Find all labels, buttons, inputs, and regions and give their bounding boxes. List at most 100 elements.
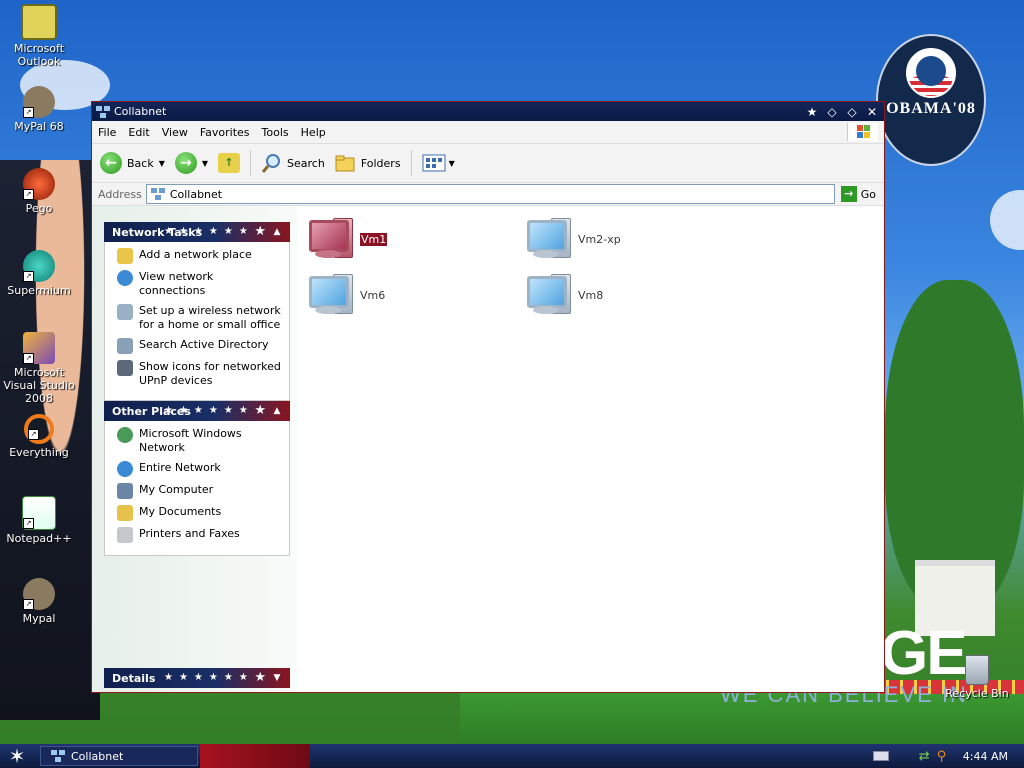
other-places-title: Other Places: [112, 404, 191, 418]
place-my-computer[interactable]: My Computer: [117, 483, 283, 499]
computer-item[interactable]: Vm2-xp: [525, 216, 621, 262]
menu-favorites[interactable]: Favorites: [194, 126, 256, 139]
place-my-documents[interactable]: My Documents: [117, 505, 283, 521]
maximize-button[interactable]: ◇: [844, 105, 860, 119]
desktop-icon-label: MyPal 68: [14, 120, 64, 133]
task-setup-wireless[interactable]: Set up a wireless network for a home or …: [117, 304, 283, 332]
task-label: Set up a wireless network for a home or …: [139, 304, 281, 331]
go-arrow-icon: →: [840, 186, 857, 202]
details-header[interactable]: ★★★★★★★ Details ★ ▼: [104, 668, 290, 688]
place-printers-faxes[interactable]: Printers and Faxes: [117, 527, 283, 543]
views-icon: [422, 154, 446, 172]
start-button[interactable]: ✶: [5, 745, 29, 767]
place-entire-network[interactable]: Entire Network: [117, 461, 283, 477]
task-label: View network connections: [139, 270, 214, 297]
place-microsoft-windows-network[interactable]: Microsoft Windows Network: [117, 427, 283, 455]
search-icon: [261, 154, 281, 173]
up-folder-button[interactable]: ↑: [218, 153, 241, 173]
my-computer-icon: [117, 483, 133, 499]
search-tray-icon[interactable]: ⚲: [937, 749, 951, 764]
computer-label: Vm1: [360, 232, 388, 246]
forward-button[interactable]: → ▼: [174, 152, 208, 174]
place-label: Entire Network: [139, 461, 221, 474]
menu-bar: File Edit View Favorites Tools Help: [92, 121, 884, 144]
desktop-icon-supermium[interactable]: ↗ Supermium: [0, 250, 78, 297]
network-tasks-panel: ★★★★★★★ Network Tasks ★ ▲ Add a network …: [104, 222, 290, 401]
obama-logo-icon: [906, 48, 956, 98]
network-tasks-title: Network Tasks: [112, 225, 203, 239]
menu-file[interactable]: File: [92, 126, 122, 139]
network-tray-icon[interactable]: ⇄: [919, 749, 933, 764]
desktop-icon-notepadpp[interactable]: ↗ Notepad++: [0, 496, 78, 545]
menu-tools[interactable]: Tools: [256, 126, 295, 139]
menu-help[interactable]: Help: [295, 126, 332, 139]
stars-decoration: ★★★★★★★: [164, 672, 250, 683]
views-button[interactable]: ▼: [422, 154, 455, 172]
menu-edit[interactable]: Edit: [122, 126, 155, 139]
add-network-place-icon: [117, 248, 133, 264]
back-button[interactable]: ← Back ▼: [100, 152, 165, 174]
other-places-panel: ★★★★★★★ Other Places ★ ▲ Microsoft Windo…: [104, 401, 290, 556]
window-title: Collabnet: [114, 105, 167, 118]
toolbar: ← Back ▼ → ▼ ↑ Search Folders ▼: [92, 144, 884, 183]
folders-button[interactable]: Folders: [335, 154, 401, 172]
task-label: Search Active Directory: [139, 338, 269, 351]
desktop-icon-mypal-68[interactable]: ↗ MyPal 68: [0, 86, 78, 133]
content-area: ★★★★★★★ Network Tasks ★ ▲ Add a network …: [92, 206, 884, 692]
desktop-icon-label: Pego: [25, 202, 53, 215]
chevron-down-icon[interactable]: ▼: [159, 159, 165, 168]
star-icon: ★: [254, 224, 266, 239]
explorer-window: Collabnet ★ ◇ ◇ ✕ File Edit View Favorit…: [91, 101, 885, 693]
task-show-upnp-icons[interactable]: Show icons for networked UPnP devices: [117, 360, 283, 388]
desktop-icon-pego[interactable]: ↗ Pego: [0, 168, 78, 215]
recycle-bin-label: Recycle Bin: [945, 687, 1009, 700]
upnp-device-icon: [117, 360, 133, 376]
other-places-header[interactable]: ★★★★★★★ Other Places ★ ▲: [104, 401, 290, 421]
expand-chevron-icon[interactable]: ▼: [270, 668, 284, 688]
go-label: Go: [860, 187, 876, 201]
task-add-network-place[interactable]: Add a network place: [117, 248, 283, 264]
desktop-icon-mypal[interactable]: ↗ Mypal: [0, 578, 78, 625]
minimize-button[interactable]: ◇: [824, 105, 840, 119]
task-search-active-directory[interactable]: Search Active Directory: [117, 338, 283, 354]
start-star-icon[interactable]: ★: [804, 105, 820, 119]
task-label: Add a network place: [139, 248, 252, 261]
desktop-icon-label: Supermium: [7, 284, 71, 297]
folders-icon: [335, 155, 355, 172]
network-icon: [51, 750, 65, 762]
address-input[interactable]: Collabnet: [145, 184, 835, 204]
other-places-body: Microsoft Windows Network Entire Network…: [104, 421, 290, 556]
taskbar-button-collabnet[interactable]: Collabnet: [40, 746, 198, 766]
chevron-down-icon[interactable]: ▼: [202, 159, 208, 168]
computer-icon: [525, 216, 573, 262]
recycle-bin-icon: [965, 655, 989, 685]
title-bar[interactable]: Collabnet ★ ◇ ◇ ✕: [92, 102, 884, 121]
computer-item[interactable]: Vm8: [525, 272, 603, 318]
supermium-icon: ↗: [23, 250, 55, 282]
keyboard-icon[interactable]: [872, 751, 889, 761]
system-tray: ⇄ ⚲ 4:44 AM: [865, 744, 1024, 768]
desktop-icon-everything[interactable]: ↗ Everything: [0, 414, 78, 459]
toolbar-separator: [250, 150, 252, 176]
computer-item[interactable]: Vm1: [307, 216, 388, 262]
search-button[interactable]: Search: [261, 152, 325, 174]
place-label: My Computer: [139, 483, 214, 496]
collapse-chevron-icon[interactable]: ▲: [270, 222, 284, 242]
up-folder-icon: ↑: [218, 153, 241, 173]
close-button[interactable]: ✕: [864, 105, 880, 119]
desktop-icon-outlook[interactable]: Microsoft Outlook: [0, 4, 78, 68]
visual-studio-icon: ↗: [23, 332, 55, 364]
task-view-network-connections[interactable]: View network connections: [117, 270, 283, 298]
recycle-bin[interactable]: Recycle Bin: [944, 655, 1010, 700]
collapse-chevron-icon[interactable]: ▲: [270, 401, 284, 421]
desktop-icon-visual-studio[interactable]: ↗ Microsoft Visual Studio 2008: [0, 332, 78, 405]
computer-item[interactable]: Vm6: [307, 272, 385, 318]
menu-view[interactable]: View: [156, 126, 194, 139]
network-tasks-header[interactable]: ★★★★★★★ Network Tasks ★ ▲: [104, 222, 290, 242]
go-button[interactable]: → Go: [835, 186, 884, 202]
chevron-down-icon[interactable]: ▼: [449, 159, 455, 168]
details-panel: ★★★★★★★ Details ★ ▼: [104, 668, 290, 688]
network-tasks-body: Add a network place View network connect…: [104, 242, 290, 401]
clock[interactable]: 4:44 AM: [963, 750, 1008, 763]
address-label: Address: [98, 187, 142, 201]
